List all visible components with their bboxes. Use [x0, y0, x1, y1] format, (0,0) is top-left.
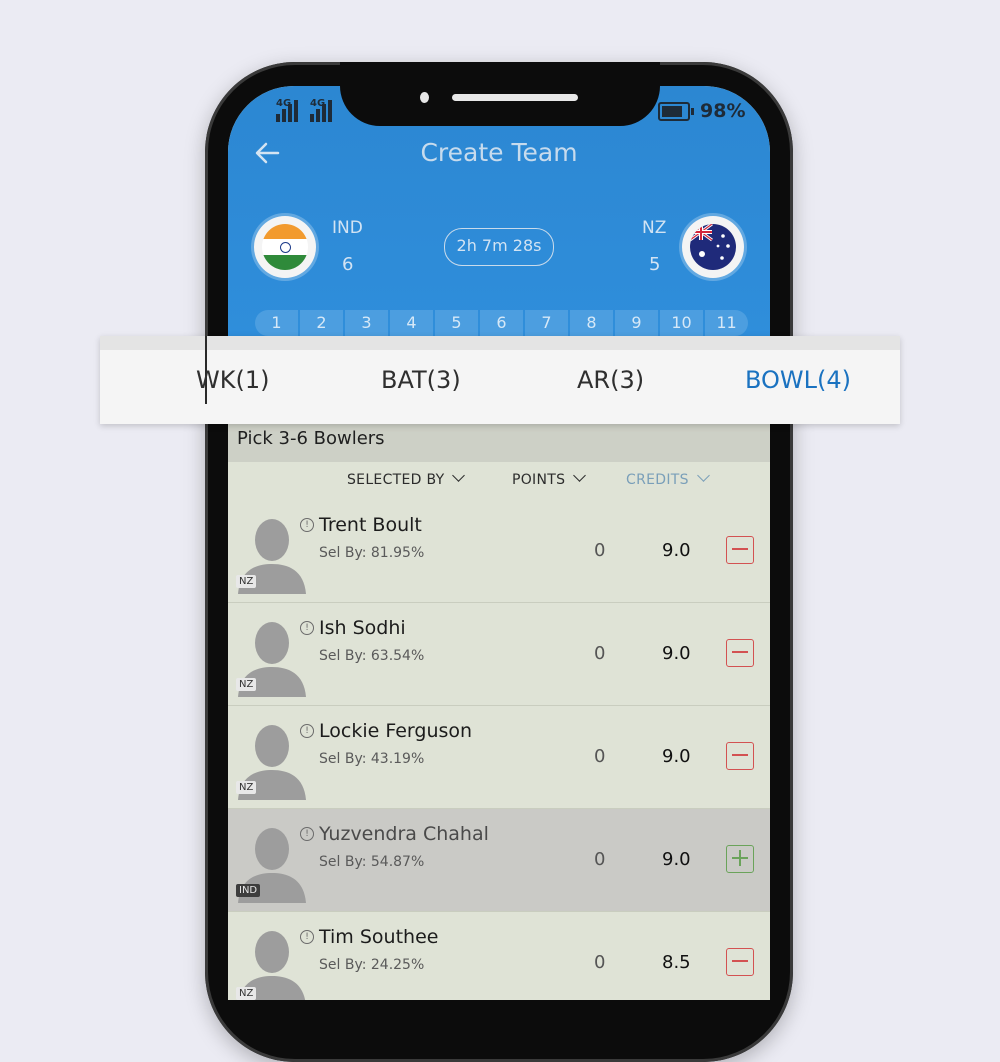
avatar: ! NZ [234, 508, 314, 594]
player-name: Lockie Ferguson [319, 720, 473, 742]
info-icon[interactable]: ! [300, 724, 314, 738]
player-credits: 9.0 [662, 849, 691, 870]
signal-icon [276, 100, 300, 122]
player-row[interactable]: ! IND Yuzvendra Chahal Sel By: 54.87% 0 9.0 [228, 809, 770, 912]
sort-selected-by-label: SELECTED BY [347, 472, 445, 488]
sort-points-label: POINTS [512, 472, 566, 488]
signal-icon [310, 100, 334, 122]
remove-icon[interactable] [726, 742, 754, 770]
sort-row: SELECTED BY POINTS CREDITS [228, 462, 770, 500]
tab-banner-strip [100, 336, 900, 350]
player-row[interactable]: ! NZ Lockie Ferguson Sel By: 43.19% 0 9.0 [228, 706, 770, 809]
player-name: Ish Sodhi [319, 617, 406, 639]
tab-wk[interactable]: WK(1) [196, 366, 269, 394]
remove-icon[interactable] [726, 639, 754, 667]
slot-10: 10 [660, 310, 703, 336]
slot-9: 9 [615, 310, 658, 336]
player-selected-by: Sel By: 54.87% [319, 854, 425, 870]
role-tabs: WK(1) BAT(3) AR(3) BOWL(4) [100, 336, 900, 424]
player-team-tag: NZ [236, 987, 257, 1000]
player-points: 0 [594, 540, 606, 561]
avatar: ! NZ [234, 920, 314, 1000]
avatar: ! IND [234, 817, 314, 903]
slot-1: 1 [255, 310, 298, 336]
player-credits: 9.0 [662, 746, 691, 767]
slot-2: 2 [300, 310, 343, 336]
player-credits: 9.0 [662, 643, 691, 664]
team2-code: NZ [642, 218, 667, 238]
battery-icon [658, 102, 694, 121]
chevron-down-icon [452, 469, 466, 482]
slot-8: 8 [570, 310, 613, 336]
player-name: Tim Southee [319, 926, 439, 948]
india-flag-icon [254, 216, 316, 278]
page-title: Create Team [420, 138, 578, 167]
phone-notch [340, 62, 660, 126]
player-points: 0 [594, 643, 606, 664]
player-points: 0 [594, 849, 606, 870]
player-team-tag: NZ [236, 678, 257, 691]
add-icon[interactable] [726, 845, 754, 873]
chevron-down-icon [696, 469, 710, 482]
tab-bat[interactable]: BAT(3) [381, 366, 461, 394]
player-points: 0 [594, 746, 606, 767]
avatar: ! NZ [234, 714, 314, 800]
match-timer: 2h 7m 28s [444, 228, 554, 266]
player-selected-by: Sel By: 43.19% [319, 751, 425, 767]
australia-flag-icon [682, 216, 744, 278]
slot-11: 11 [705, 310, 748, 336]
sort-credits-label: CREDITS [626, 472, 689, 488]
sort-selected-by[interactable]: SELECTED BY [347, 469, 466, 488]
player-name: Trent Boult [319, 514, 422, 536]
slot-5: 5 [435, 310, 478, 336]
player-selected-by: Sel By: 81.95% [319, 545, 425, 561]
player-row[interactable]: ! NZ Ish Sodhi Sel By: 63.54% 0 9.0 [228, 603, 770, 706]
tab-ar[interactable]: AR(3) [577, 366, 644, 394]
player-selected-by: Sel By: 24.25% [319, 957, 425, 973]
player-points: 0 [594, 952, 606, 973]
pick-instruction-bar: Pick 3-6 Bowlers [228, 420, 770, 462]
player-name: Yuzvendra Chahal [319, 823, 489, 845]
chevron-down-icon [573, 469, 587, 482]
info-icon[interactable]: ! [300, 827, 314, 841]
player-team-tag: IND [236, 884, 261, 897]
slot-4: 4 [390, 310, 433, 336]
slot-6: 6 [480, 310, 523, 336]
player-selected-by: Sel By: 63.54% [319, 648, 425, 664]
speaker-bar [452, 94, 578, 101]
pick-instruction: Pick 3-6 Bowlers [237, 428, 385, 449]
player-slots: 1 2 3 4 5 6 7 8 9 10 11 [255, 310, 748, 336]
remove-icon[interactable] [726, 948, 754, 976]
team1-code: IND [332, 218, 363, 238]
player-team-tag: NZ [236, 575, 257, 588]
avatar: ! NZ [234, 611, 314, 697]
info-icon[interactable]: ! [300, 518, 314, 532]
battery-percent: 98% [700, 100, 746, 122]
team1-count: 6 [342, 254, 354, 275]
player-row[interactable]: ! NZ Trent Boult Sel By: 81.95% 0 9.0 [228, 500, 770, 603]
camera-dot [420, 92, 429, 103]
sort-credits[interactable]: CREDITS [626, 469, 710, 488]
player-team-tag: NZ [236, 781, 257, 794]
app-screen: 4G 4G 98% Create Team IND 6 2h 7m 28s NZ… [228, 86, 770, 1000]
player-credits: 9.0 [662, 540, 691, 561]
slot-7: 7 [525, 310, 568, 336]
team2-count: 5 [649, 254, 661, 275]
info-icon[interactable]: ! [300, 930, 314, 944]
player-credits: 8.5 [662, 952, 691, 973]
player-row[interactable]: ! NZ Tim Southee Sel By: 24.25% 0 8.5 [228, 912, 770, 1000]
remove-icon[interactable] [726, 536, 754, 564]
sort-points[interactable]: POINTS [512, 469, 587, 488]
tab-bowl[interactable]: BOWL(4) [745, 366, 851, 394]
slot-3: 3 [345, 310, 388, 336]
info-icon[interactable]: ! [300, 621, 314, 635]
